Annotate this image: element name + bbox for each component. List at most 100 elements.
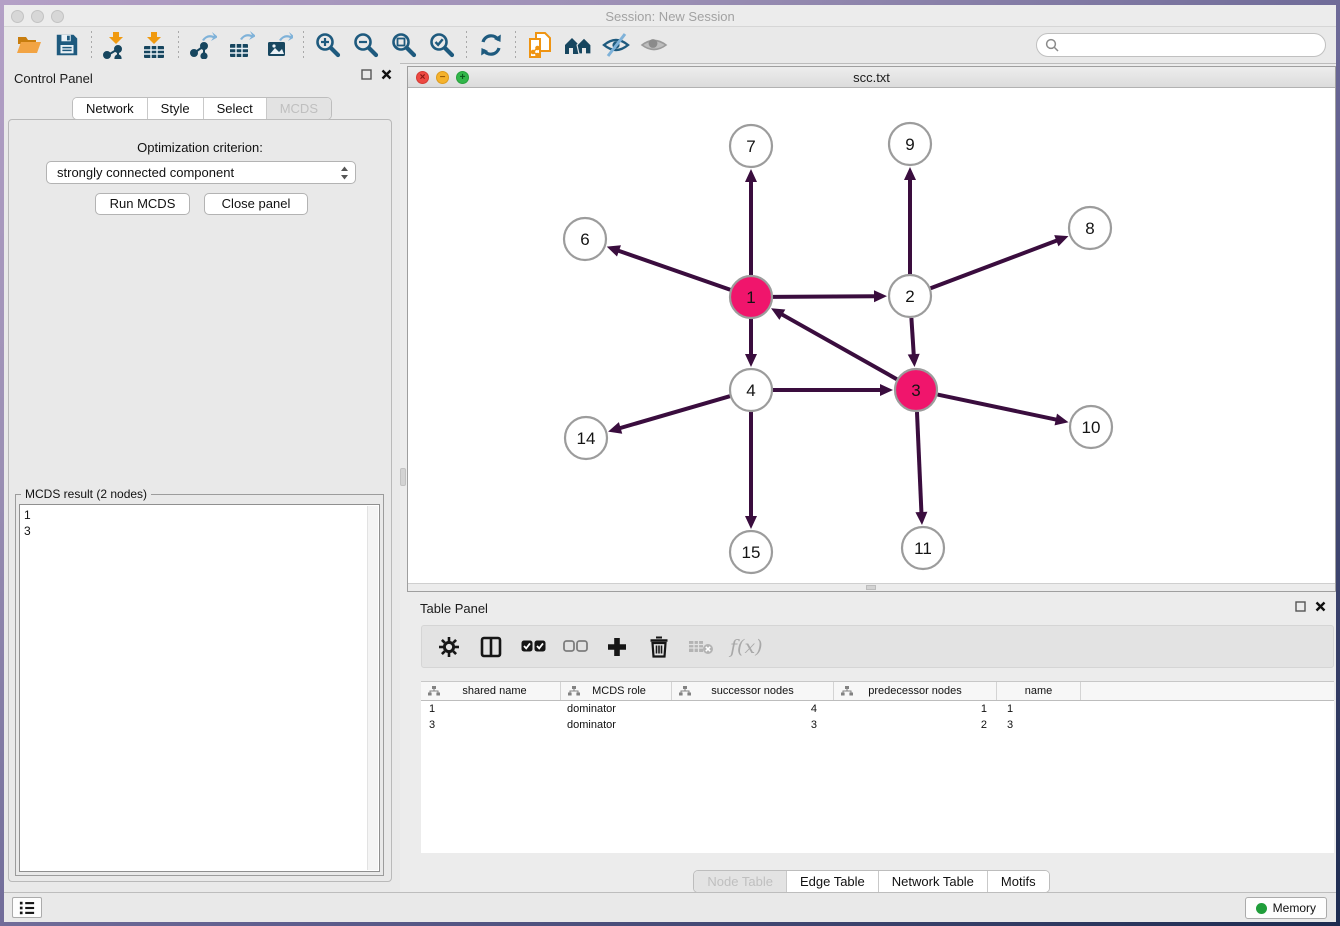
column-header-name[interactable]: name	[997, 682, 1081, 700]
tab-edge-table[interactable]: Edge Table	[786, 871, 878, 892]
first-neighbors-button[interactable]	[559, 29, 597, 61]
control-panel: Control Panel Network Style Select MCDS …	[4, 63, 400, 892]
tab-motifs[interactable]: Motifs	[987, 871, 1049, 892]
node-table: shared name MCDS role successor nodes	[421, 681, 1334, 853]
import-table-button[interactable]	[135, 29, 173, 61]
edge-arrowhead-1-2	[874, 290, 887, 302]
cell-successor-nodes[interactable]: 3	[672, 717, 834, 733]
edge-arrowhead-2-3	[908, 354, 920, 367]
run-mcds-button[interactable]: Run MCDS	[95, 193, 190, 215]
tab-network[interactable]: Network	[73, 98, 147, 119]
memory-button[interactable]: Memory	[1245, 897, 1327, 919]
column-header-mcds-role[interactable]: MCDS role	[561, 682, 672, 700]
edge-arrowhead-4-3	[880, 384, 893, 396]
mcds-result-text[interactable]: 1 3	[19, 504, 380, 872]
zoom-fit-button[interactable]	[385, 29, 423, 61]
function-builder-button[interactable]: f(x)	[730, 636, 763, 658]
refresh-icon	[477, 31, 505, 59]
node-label-8: 8	[1085, 219, 1094, 238]
column-label: MCDS role	[592, 685, 646, 697]
close-table-panel-icon[interactable]	[1315, 601, 1326, 612]
close-panel-button[interactable]: Close panel	[204, 193, 308, 215]
header-filler	[1081, 682, 1334, 700]
open-file-button[interactable]	[10, 29, 48, 61]
save-session-button[interactable]	[48, 29, 86, 61]
cell-mcds-role[interactable]: dominator	[561, 701, 672, 717]
edge-3-11[interactable]	[917, 412, 922, 514]
hide-selected-button[interactable]	[597, 29, 635, 61]
zoom-in-button[interactable]	[309, 29, 347, 61]
tab-style[interactable]: Style	[147, 98, 203, 119]
export-table-button[interactable]	[222, 29, 260, 61]
edge-1-2[interactable]	[773, 296, 876, 297]
cell-name[interactable]: 3	[997, 717, 1081, 733]
table-panel-tabs: Node Table Edge Table Network Table Moti…	[693, 870, 1049, 893]
edge-arrowhead-2-8	[1054, 235, 1068, 246]
hierarchy-icon	[568, 686, 580, 696]
column-view-button[interactable]	[478, 634, 504, 660]
edge-2-3[interactable]	[911, 318, 913, 356]
select-all-columns-button[interactable]	[520, 634, 546, 660]
edge-2-8[interactable]	[931, 240, 1059, 288]
delete-column-button[interactable]	[646, 634, 672, 660]
cell-predecessor-nodes[interactable]: 2	[834, 717, 997, 733]
edge-arrowhead-1-6	[607, 245, 621, 256]
node-label-9: 9	[905, 135, 914, 154]
table-panel-title: Table Panel	[420, 601, 488, 616]
eye-slash-icon	[602, 31, 630, 59]
tab-mcds[interactable]: MCDS	[266, 98, 331, 119]
float-table-panel-icon[interactable]	[1295, 601, 1306, 612]
close-panel-icon[interactable]	[381, 69, 392, 80]
edge-3-1[interactable]	[781, 314, 897, 380]
result-scrollbar[interactable]	[367, 506, 378, 870]
import-network-button[interactable]	[97, 29, 135, 61]
open-folder-icon	[15, 31, 43, 59]
refresh-layout-button[interactable]	[472, 29, 510, 61]
export-image-button[interactable]	[260, 29, 298, 61]
column-header-successor-nodes[interactable]: successor nodes	[672, 682, 834, 700]
edge-4-14[interactable]	[619, 396, 730, 428]
list-icon	[18, 900, 36, 916]
edge-3-10[interactable]	[938, 395, 1058, 420]
edge-1-6[interactable]	[617, 250, 730, 290]
deselect-all-columns-button[interactable]	[562, 634, 588, 660]
table-options-button[interactable]	[436, 634, 462, 660]
vertical-splitter-handle[interactable]	[400, 468, 406, 486]
delete-table-button[interactable]	[688, 634, 714, 660]
add-column-button[interactable]	[604, 634, 630, 660]
zoom-out-button[interactable]	[347, 29, 385, 61]
table-row[interactable]: 1 dominator 4 1 1	[421, 701, 1334, 717]
checked-boxes-icon	[521, 640, 546, 653]
cell-predecessor-nodes[interactable]: 1	[834, 701, 997, 717]
app-window: Session: New Session	[4, 5, 1336, 922]
criterion-select[interactable]: strongly connected component	[46, 161, 356, 184]
import-table-icon	[140, 31, 168, 59]
cell-shared-name[interactable]: 3	[421, 717, 561, 733]
task-history-button[interactable]	[12, 897, 42, 918]
cell-mcds-role[interactable]: dominator	[561, 717, 672, 733]
zoom-selected-button[interactable]	[423, 29, 461, 61]
search-input[interactable]	[1036, 33, 1326, 57]
node-label-7: 7	[746, 137, 755, 156]
cell-name[interactable]: 1	[997, 701, 1081, 717]
cell-shared-name[interactable]: 1	[421, 701, 561, 717]
tab-network-table[interactable]: Network Table	[878, 871, 987, 892]
node-label-1: 1	[746, 288, 755, 307]
export-network-button[interactable]	[184, 29, 222, 61]
memory-label: Memory	[1273, 901, 1316, 915]
column-header-predecessor-nodes[interactable]: predecessor nodes	[834, 682, 997, 700]
node-label-15: 15	[742, 543, 761, 562]
show-all-button[interactable]	[635, 29, 673, 61]
edge-arrowhead-1-4	[745, 354, 757, 367]
tab-select[interactable]: Select	[203, 98, 266, 119]
horizontal-splitter-handle[interactable]	[866, 585, 876, 590]
float-panel-icon[interactable]	[361, 69, 372, 80]
cell-successor-nodes[interactable]: 4	[672, 701, 834, 717]
column-header-shared-name[interactable]: shared name	[421, 682, 561, 700]
tab-node-table[interactable]: Node Table	[694, 871, 786, 892]
copy-style-button[interactable]	[521, 29, 559, 61]
network-canvas[interactable]: 7968124314101511	[408, 88, 1335, 583]
edge-arrowhead-4-14	[608, 422, 622, 434]
table-row[interactable]: 3 dominator 3 2 3	[421, 717, 1334, 733]
delete-table-icon	[688, 639, 714, 655]
